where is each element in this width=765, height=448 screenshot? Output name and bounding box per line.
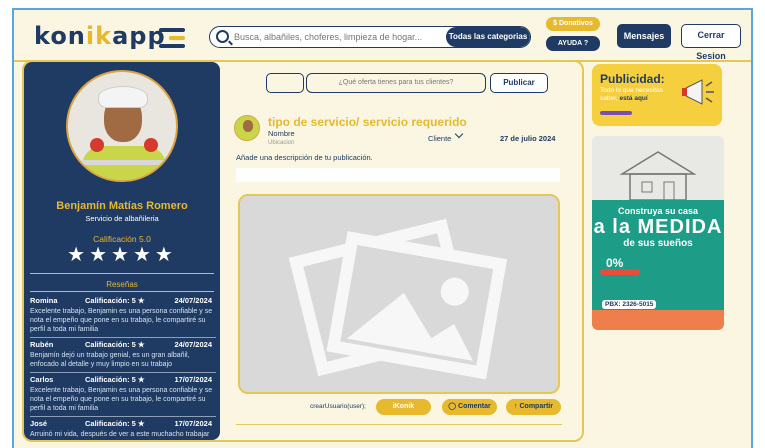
post-description-label: Añade una descripción de tu publicación.	[236, 153, 373, 162]
review-item: Rubén Calificación: 5 ★ 24/07/2024 Benjamí…	[30, 340, 216, 373]
messages-button[interactable]: Mensajes	[617, 24, 671, 48]
divider	[30, 273, 214, 274]
review-item: José Calificación: 5 ★ 17/07/2024 Arruinó …	[30, 419, 212, 438]
ad-banner-1[interactable]: Publicidad: Todo lo que necesitas saber,…	[592, 64, 722, 126]
rating-stars: ★★★★★	[67, 244, 177, 266]
avatar[interactable]	[66, 70, 178, 182]
post-location: Ubicacion	[268, 140, 295, 146]
comment-icon: ◯	[448, 403, 459, 410]
profile-service: Servicio de albañileria	[85, 214, 159, 223]
divider	[236, 424, 562, 425]
review-item: Romina Calificación: 5 ★ 24/07/2024 Excele…	[30, 296, 216, 338]
reviews-title: Reseñas	[106, 280, 138, 289]
search-input[interactable]	[234, 27, 444, 47]
composer-media-button[interactable]	[266, 73, 304, 93]
post-title: tipo de servicio/ servicio requerido	[268, 115, 467, 129]
image-placeholder[interactable]	[238, 194, 560, 394]
megaphone-icon	[682, 79, 714, 105]
search-icon[interactable]	[216, 30, 229, 43]
publish-button[interactable]: Publicar	[490, 73, 548, 93]
menu-icon[interactable]	[159, 28, 185, 48]
share-button[interactable]: ↑ Compartir	[506, 399, 561, 415]
header: konikapp Todas las categorias $ Donativo…	[14, 10, 751, 62]
comment-button[interactable]: ◯ Comentar	[442, 399, 497, 415]
client-dropdown[interactable]: Cliente	[428, 134, 451, 143]
review-item: Carlos Calificación: 5 ★ 17/07/2024 Excele…	[30, 375, 216, 417]
profile-name: Benjamín Matías Romero	[56, 200, 188, 212]
creator-text: crearUsuario(user);	[310, 403, 366, 410]
ikonik-button[interactable]: iKonik	[376, 399, 431, 415]
search-bar[interactable]: Todas las categorias	[209, 26, 531, 48]
post-name: Nombre	[268, 129, 295, 138]
ad-banner-2[interactable]: Construya su casa a la MEDIDA de sus sue…	[592, 136, 724, 330]
ad-link[interactable]	[600, 111, 632, 115]
profile-card: Benjamín Matías Romero Servicio de albañ…	[24, 62, 220, 440]
post-date: 27 de julio 2024	[500, 134, 556, 143]
donate-button[interactable]: $ Donativos	[546, 17, 600, 31]
logo[interactable]: konikapp	[34, 22, 166, 50]
offer-input[interactable]: ¿Qué oferta tienes para tus clientes?	[306, 73, 486, 93]
categories-button[interactable]: Todas las categorias	[446, 27, 530, 47]
house-sketch-icon	[619, 151, 697, 201]
help-button[interactable]: AYUDA ?	[546, 36, 600, 51]
logout-button[interactable]: Cerrar Sesion	[681, 24, 741, 61]
post-description-field[interactable]	[236, 168, 560, 182]
image-icon	[240, 196, 558, 392]
post-avatar[interactable]	[234, 115, 260, 141]
divider	[30, 291, 214, 292]
